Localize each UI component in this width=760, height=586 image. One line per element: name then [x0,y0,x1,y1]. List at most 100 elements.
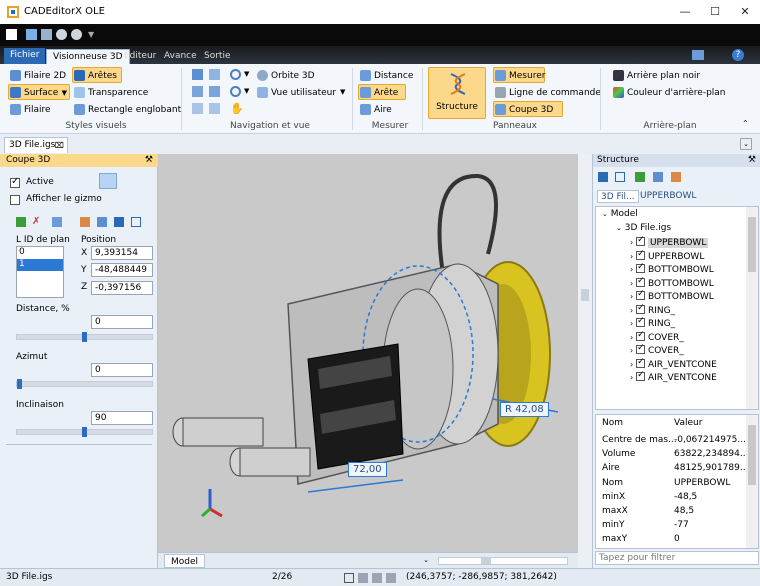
azimut-field[interactable]: 0 [91,363,153,377]
chevron-right-icon[interactable]: › [630,238,633,247]
tree-item[interactable]: › ✓ AIR_VENTCONE [630,370,750,385]
structure-tree[interactable]: ⌄ Model ⌄ 3D File.igs › ✓ UPPERBOWL › ✓ U… [595,206,759,410]
tree-item[interactable]: › ✓ COVER_ [630,343,750,358]
view-front-icon[interactable] [192,86,203,97]
list-item[interactable]: 0 [17,247,63,259]
couleur-arriere-plan-button[interactable]: Couleur d'arrière-plan [611,84,727,100]
chevron-right-icon[interactable]: › [630,306,633,315]
refresh-icon[interactable] [653,172,663,182]
pan-hand-icon[interactable]: ✋ [230,103,244,114]
chevron-down-icon[interactable]: ⌄ [602,210,608,218]
vue-utilisateur-button[interactable]: Vue utilisateur [255,84,337,100]
property-row[interactable]: Centre de mas... -0,067214975... [596,433,746,447]
x-field[interactable]: 9,393154 [91,246,153,260]
add-plane-icon[interactable] [16,217,26,227]
visibility-checkbox[interactable]: ✓ [636,276,646,287]
tree-item[interactable]: › ✓ RING_ [630,303,750,318]
properties-scrollbar[interactable] [746,415,758,548]
horizontal-scrollbar[interactable] [438,557,568,565]
rectangle-englobant-button[interactable]: Rectangle englobant [72,101,182,117]
doc-list-chevron-icon[interactable]: ⌄ [740,138,752,150]
transparence-button[interactable]: Transparence [72,84,149,100]
save-icon[interactable] [41,29,52,40]
close-button[interactable]: ✕ [730,0,760,24]
layout-icon[interactable] [692,50,704,60]
chevron-down-icon[interactable]: ⌄ [616,224,622,232]
property-row[interactable]: Volume 63822,234894... [596,447,748,461]
rotate-plane-icon[interactable] [97,217,107,227]
chevron-right-icon[interactable]: › [630,360,633,369]
property-row[interactable]: maxY 0 [596,532,746,546]
coupe-3d-button[interactable]: Coupe 3D [493,101,563,117]
tree-item[interactable]: › ✓ AIR_VENTCONE [630,357,750,372]
chevron-right-icon[interactable]: › [630,333,633,342]
active-checkbox[interactable]: ✓ [10,176,20,188]
grid-toggle-icon[interactable] [358,573,368,583]
redo-icon[interactable] [71,29,82,40]
structure-button[interactable]: Structure [428,67,486,119]
chevron-right-icon[interactable]: › [630,265,633,274]
arete-button[interactable]: Arête [358,84,406,100]
3d-viewport[interactable]: R 42,08 72,00 Model ⌄ [158,154,578,568]
close-icon[interactable]: ⌧ [55,138,64,153]
property-row[interactable]: minY -77 [596,518,746,532]
aire-button[interactable]: Aire [358,101,393,117]
polar-toggle-icon[interactable] [386,573,396,583]
maximize-button[interactable]: ☐ [700,0,730,24]
align-plane-icon[interactable] [114,217,124,227]
rotate-icon[interactable] [192,103,203,114]
zoom-icon[interactable] [230,69,241,80]
move-plane-icon[interactable] [80,217,90,227]
zoom-out-icon[interactable] [230,86,241,97]
scroll-thumb[interactable] [748,217,756,272]
tab-editeur[interactable]: Editeur [118,49,162,64]
aretes-button[interactable]: Arêtes [72,67,122,83]
chevron-right-icon[interactable]: › [630,279,633,288]
azimut-slider-thumb[interactable] [17,379,22,389]
chevron-right-icon[interactable]: › [630,292,633,301]
scroll-thumb[interactable] [748,425,756,485]
pin-icon[interactable]: ⚒ [748,154,756,167]
length-dimension-label[interactable]: 72,00 [348,462,387,477]
undo-icon[interactable] [56,29,67,40]
filaire-button[interactable]: Filaire [8,101,52,117]
list-view-icon[interactable] [598,172,608,182]
help-icon[interactable]: ? [732,49,744,61]
tree-item[interactable]: › ✓ BOTTOMBOWL [630,276,750,291]
filter-icon[interactable] [671,172,681,182]
visibility-checkbox[interactable]: ✓ [636,343,646,354]
distance-field[interactable]: 0 [91,315,153,329]
minimize-button[interactable]: — [670,0,700,24]
doc-tab-3d-file[interactable]: 3D File.igs ⌧ [4,137,68,153]
zoom-extents-icon[interactable] [192,69,203,80]
visibility-checkbox[interactable]: ✓ [636,370,646,381]
tree-item[interactable]: › ✓ BOTTOMBOWL [630,289,750,304]
tree-item[interactable]: › ✓ BOTTOMBOWL [630,262,750,277]
plane-id-list[interactable]: 0 1 [16,246,64,298]
mesurer-panel-button[interactable]: Mesurer [493,67,545,83]
chevron-right-icon[interactable]: › [630,252,633,261]
subtab-upperbowl[interactable]: UPPERBOWL [637,190,699,203]
chevron-down-icon[interactable]: ▼ [340,88,345,96]
property-row[interactable]: Nom UPPERBOWL [596,476,746,490]
property-row[interactable]: Aire 48125,901789... [596,461,748,475]
chevron-down-icon[interactable]: ▼ [244,87,249,95]
visibility-checkbox[interactable]: ✓ [636,303,646,314]
model-tab[interactable]: Model [164,554,206,568]
ortho-toggle-icon[interactable] [372,573,382,583]
distance-button[interactable]: Distance [358,67,414,83]
fit-icon[interactable] [209,103,220,114]
open-icon[interactable] [26,29,37,40]
chevron-down-icon[interactable]: ▼ [244,70,249,78]
tree-item[interactable]: › ✓ UPPERBOWL [630,249,750,264]
tab-list-chevron-icon[interactable]: ⌄ [420,556,432,566]
tab-fichier[interactable]: Fichier [4,48,46,64]
tree-item[interactable]: › ✓ COVER_ [630,330,750,345]
radius-dimension-label[interactable]: R 42,08 [500,402,549,417]
z-field[interactable]: -0,397156 [91,281,153,295]
visibility-checkbox[interactable]: ✓ [636,357,646,368]
property-row[interactable]: minX -48,5 [596,490,746,504]
visibility-checkbox[interactable]: ✓ [636,262,646,273]
export-icon[interactable] [635,172,645,182]
collapse-ribbon-icon[interactable]: ⌃ [742,119,749,128]
